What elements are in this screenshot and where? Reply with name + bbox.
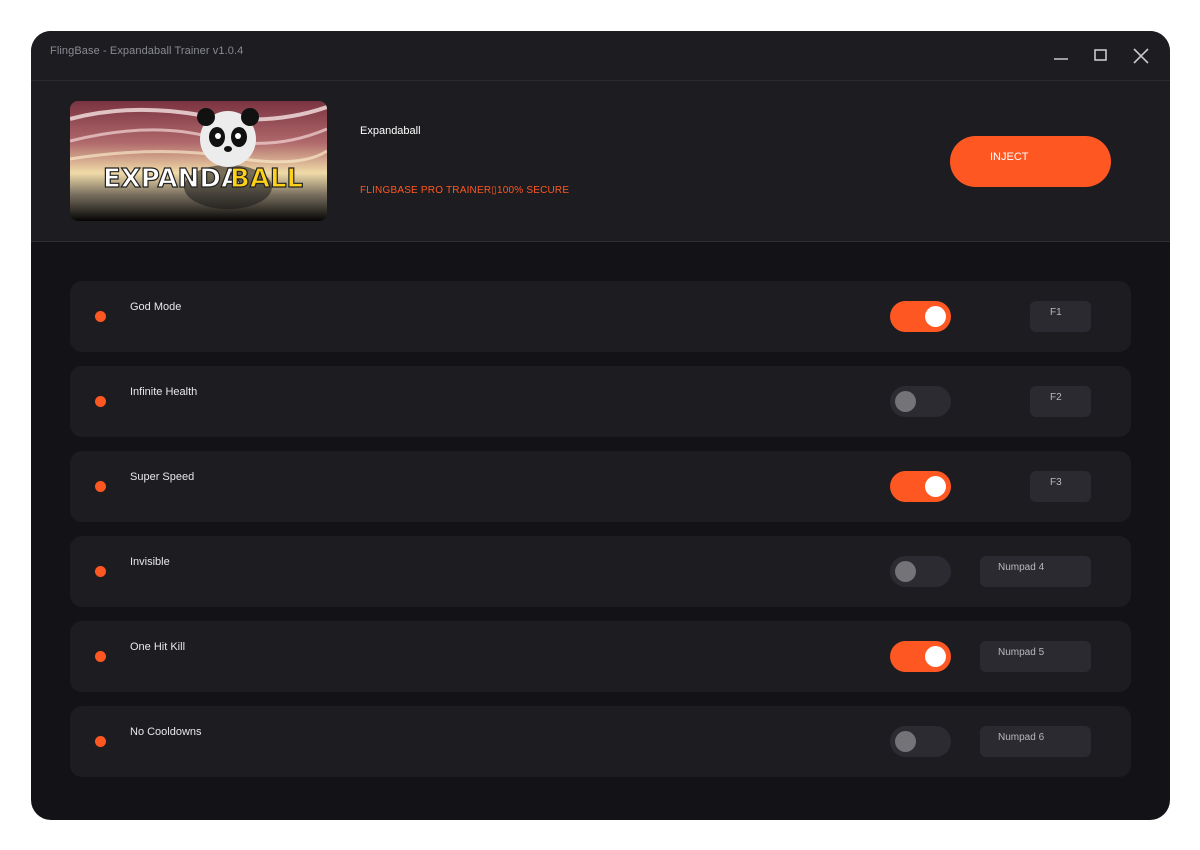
inject-button[interactable]: INJECT <box>950 136 1111 187</box>
hotkey-label: Numpad 6 <box>998 732 1045 743</box>
inject-button-label: INJECT <box>990 151 1029 163</box>
toggle-knob <box>895 561 916 582</box>
cheat-label: One Hit Kill <box>130 641 186 653</box>
cheat-label: No Cooldowns <box>130 726 202 738</box>
close-icon <box>1133 48 1149 64</box>
status-dot <box>95 651 106 662</box>
status-dot <box>95 736 106 747</box>
maximize-icon <box>1094 49 1107 61</box>
hotkey-button[interactable]: Numpad 4 <box>980 556 1091 587</box>
toggle-knob <box>925 306 946 327</box>
svg-text:BALL: BALL <box>230 164 303 194</box>
cheat-label: Invisible <box>130 556 170 568</box>
cheat-row: No Cooldowns Numpad 6 <box>70 706 1131 777</box>
toggle-knob <box>925 476 946 497</box>
status-dot <box>95 311 106 322</box>
cheat-toggle[interactable] <box>890 301 951 332</box>
hotkey-button[interactable]: F2 <box>1030 386 1091 417</box>
status-dot <box>95 396 106 407</box>
toggle-knob <box>895 391 916 412</box>
cheat-row: Super Speed F3 <box>70 451 1131 522</box>
hotkey-label: F2 <box>1050 392 1062 403</box>
hotkey-label: Numpad 4 <box>998 562 1045 573</box>
cheat-label: Super Speed <box>130 471 195 483</box>
toggle-knob <box>925 646 946 667</box>
hotkey-button[interactable]: F3 <box>1030 471 1091 502</box>
cheat-label: Infinite Health <box>130 386 198 398</box>
hotkey-label: F3 <box>1050 477 1062 488</box>
cheat-row: Infinite Health F2 <box>70 366 1131 437</box>
cheat-row: God Mode F1 <box>70 281 1131 352</box>
status-dot <box>95 566 106 577</box>
close-button[interactable] <box>1130 45 1152 67</box>
hotkey-label: Numpad 5 <box>998 647 1045 658</box>
minimize-icon <box>1054 58 1068 60</box>
game-name: Expandaball <box>360 125 421 137</box>
game-header: EXPANDA BALL Expandaball FLINGBASE PRO T… <box>31 81 1170 242</box>
trainer-window: FlingBase - Expandaball Trainer v1.0.4 E… <box>31 31 1170 820</box>
maximize-button[interactable] <box>1090 45 1112 67</box>
hotkey-button[interactable]: F1 <box>1030 301 1091 332</box>
svg-text:EXPANDA: EXPANDA <box>103 164 241 194</box>
hotkey-label: F1 <box>1050 307 1062 318</box>
cheat-toggle[interactable] <box>890 726 951 757</box>
status-dot <box>95 481 106 492</box>
window-title: FlingBase - Expandaball Trainer v1.0.4 <box>50 45 244 57</box>
cheat-toggle[interactable] <box>890 471 951 502</box>
title-bar[interactable]: FlingBase - Expandaball Trainer v1.0.4 <box>31 31 1170 81</box>
cheat-row: Invisible Numpad 4 <box>70 536 1131 607</box>
cheat-toggle[interactable] <box>890 641 951 672</box>
cheat-toggle[interactable] <box>890 556 951 587</box>
cheat-label: God Mode <box>130 301 182 313</box>
hotkey-button[interactable]: Numpad 5 <box>980 641 1091 672</box>
hotkey-button[interactable]: Numpad 6 <box>980 726 1091 757</box>
cheat-toggle[interactable] <box>890 386 951 417</box>
game-banner-image: EXPANDA BALL <box>70 101 327 221</box>
cheat-row: One Hit Kill Numpad 5 <box>70 621 1131 692</box>
toggle-knob <box>895 731 916 752</box>
trainer-tagline: FLINGBASE PRO TRAINER▯100% SECURE <box>360 185 570 196</box>
minimize-button[interactable] <box>1050 45 1072 67</box>
